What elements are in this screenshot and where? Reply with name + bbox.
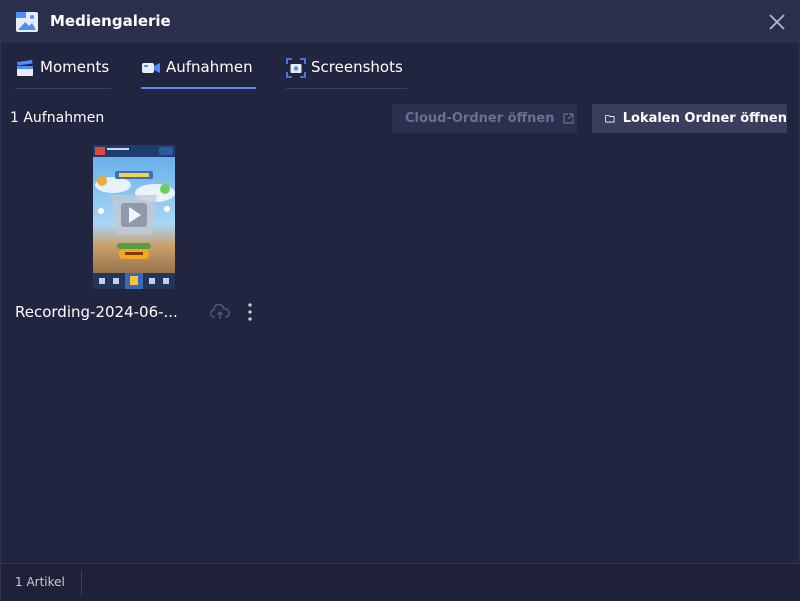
tab-moments[interactable]: Moments <box>15 53 111 89</box>
clapperboard-icon <box>17 60 33 76</box>
recordings-count: 1 Aufnahmen <box>10 110 105 126</box>
video-camera-icon <box>142 63 160 73</box>
more-vertical-icon[interactable] <box>242 302 258 322</box>
tab-aufnahmen[interactable]: Aufnahmen <box>141 53 256 89</box>
tab-bar: Moments Aufnahmen Screenshots <box>1 53 800 89</box>
tab-screenshots-label: Screenshots <box>311 58 403 76</box>
tab-aufnahmen-underline <box>141 87 256 89</box>
tab-screenshots-underline <box>286 88 407 89</box>
screenshot-frame-icon <box>286 58 306 78</box>
open-local-folder-label: Lokalen Ordner öffnen <box>622 111 787 126</box>
tab-moments-label: Moments <box>40 58 110 76</box>
open-cloud-folder-label: Cloud-Ordner öffnen <box>405 111 555 126</box>
tab-aufnahmen-label: Aufnahmen <box>166 58 253 76</box>
recording-thumbnail[interactable] <box>93 145 175 289</box>
external-link-icon <box>563 113 575 124</box>
tab-screenshots[interactable]: Screenshots <box>286 53 407 89</box>
recording-name[interactable]: Recording-2024-06-... <box>15 303 178 321</box>
status-footer: 1 Artikel <box>1 563 800 601</box>
folder-icon <box>605 115 615 123</box>
open-local-folder-button[interactable]: Lokalen Ordner öffnen <box>592 104 787 133</box>
window-title: Mediengalerie <box>50 12 171 30</box>
gallery-image-icon <box>16 12 38 32</box>
title-bar: Mediengalerie <box>1 1 800 43</box>
media-gallery-window: Mediengalerie Moments Aufnahmen Screensh… <box>0 0 800 601</box>
game-screenshot-preview <box>93 145 175 289</box>
footer-divider <box>81 570 82 596</box>
close-icon[interactable] <box>766 11 788 33</box>
tab-moments-underline <box>15 88 111 89</box>
open-cloud-folder-button[interactable]: Cloud-Ordner öffnen <box>392 104 577 133</box>
item-count: 1 Artikel <box>15 575 65 589</box>
cloud-upload-icon[interactable] <box>210 304 230 320</box>
